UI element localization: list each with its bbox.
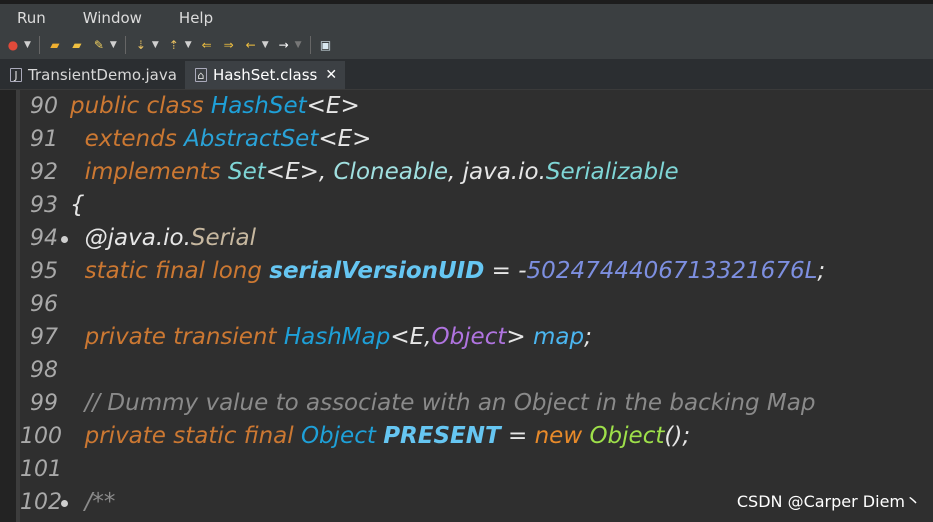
menu-bar: Run Window Help: [0, 4, 933, 31]
back-arrow-icon[interactable]: ←: [243, 37, 259, 53]
menu-help[interactable]: Help: [179, 9, 213, 27]
line-number: 100: [20, 424, 62, 449]
toolbar-separator: [309, 36, 311, 54]
line-number: 95: [30, 259, 58, 284]
code-line-97: private transient HashMap<E,Object> map;: [84, 324, 592, 350]
line-number: 101: [20, 457, 62, 482]
line-number: 90: [30, 94, 58, 119]
code-line-100: private static final Object PRESENT = ne…: [84, 423, 691, 449]
code-line-99: // Dummy value to associate with an Obje…: [84, 390, 816, 416]
debug-dropdown-icon[interactable]: ▼: [24, 40, 31, 50]
previous-annotation-icon[interactable]: ⇡: [166, 37, 182, 53]
menu-run[interactable]: Run: [17, 9, 46, 27]
code-line-90: public class HashSet<E>: [70, 93, 360, 119]
open-type-icon[interactable]: ▰: [47, 37, 63, 53]
toolbar: ● ▼ ▰ ▰ ✎ ▼ ⇣ ▼ ⇡ ▼ ⇐ ⇒ ← ▼ → ▼ ▣: [0, 31, 933, 59]
editor-left-margin: [0, 90, 16, 522]
fold-toggle-icon[interactable]: [61, 500, 68, 507]
close-icon[interactable]: ✕: [325, 67, 337, 83]
line-number: 94: [20, 222, 68, 255]
debug-icon[interactable]: ●: [5, 37, 21, 53]
open-folder-icon[interactable]: ▰: [69, 37, 85, 53]
forward-arrow-icon[interactable]: →: [276, 37, 292, 53]
code-area[interactable]: public class HashSet<E> extends Abstract…: [70, 90, 930, 522]
next-edit-icon[interactable]: ⇒: [221, 37, 237, 53]
fold-toggle-icon[interactable]: [61, 236, 68, 243]
toolbar-separator: [38, 36, 40, 54]
code-line-93: {: [70, 192, 85, 218]
line-number-gutter: 90 91 92 93 94 95 96 97 98 99 100 101 10…: [20, 90, 68, 522]
next-annotation-dropdown-icon[interactable]: ▼: [152, 40, 159, 50]
tab-label: TransientDemo.java: [28, 66, 177, 84]
code-line-92: implements Set<E>, Cloneable, java.io.Se…: [84, 159, 679, 185]
editor-tab-bar: J TransientDemo.java ⌂ HashSet.class ✕: [0, 59, 933, 90]
back-dropdown-icon[interactable]: ▼: [262, 40, 269, 50]
code-line-91: extends AbstractSet<E>: [84, 126, 372, 152]
terminal-icon[interactable]: ▣: [318, 37, 334, 53]
code-editor[interactable]: 90 91 92 93 94 95 96 97 98 99 100 101 10…: [0, 90, 933, 522]
code-line-95: static final long serialVersionUID = -50…: [84, 258, 826, 284]
forward-dropdown-icon[interactable]: ▼: [295, 40, 302, 50]
line-number: 99: [30, 391, 58, 416]
line-number: 98: [30, 358, 58, 383]
brush-dropdown-icon[interactable]: ▼: [110, 40, 117, 50]
class-file-icon: ⌂: [194, 68, 207, 82]
menu-window[interactable]: Window: [83, 9, 142, 27]
line-number: 92: [30, 160, 58, 185]
next-annotation-icon[interactable]: ⇣: [133, 37, 149, 53]
last-edit-location-icon[interactable]: ⇐: [199, 37, 215, 53]
java-file-icon: J: [10, 68, 22, 82]
watermark: CSDN @Carper Diem丶: [736, 492, 921, 511]
tab-hashset[interactable]: ⌂ HashSet.class ✕: [184, 61, 346, 89]
line-number: 97: [30, 325, 58, 350]
line-number: 96: [30, 292, 58, 317]
toolbar-separator: [124, 36, 126, 54]
line-number: 102: [20, 486, 68, 519]
line-number: 93: [30, 193, 58, 218]
code-line-94: @java.io.Serial: [84, 225, 256, 251]
brush-icon[interactable]: ✎: [91, 37, 107, 53]
previous-annotation-dropdown-icon[interactable]: ▼: [185, 40, 192, 50]
tab-label: HashSet.class: [212, 66, 318, 84]
tab-transientdemo[interactable]: J TransientDemo.java: [0, 61, 185, 89]
line-number: 91: [30, 127, 58, 152]
